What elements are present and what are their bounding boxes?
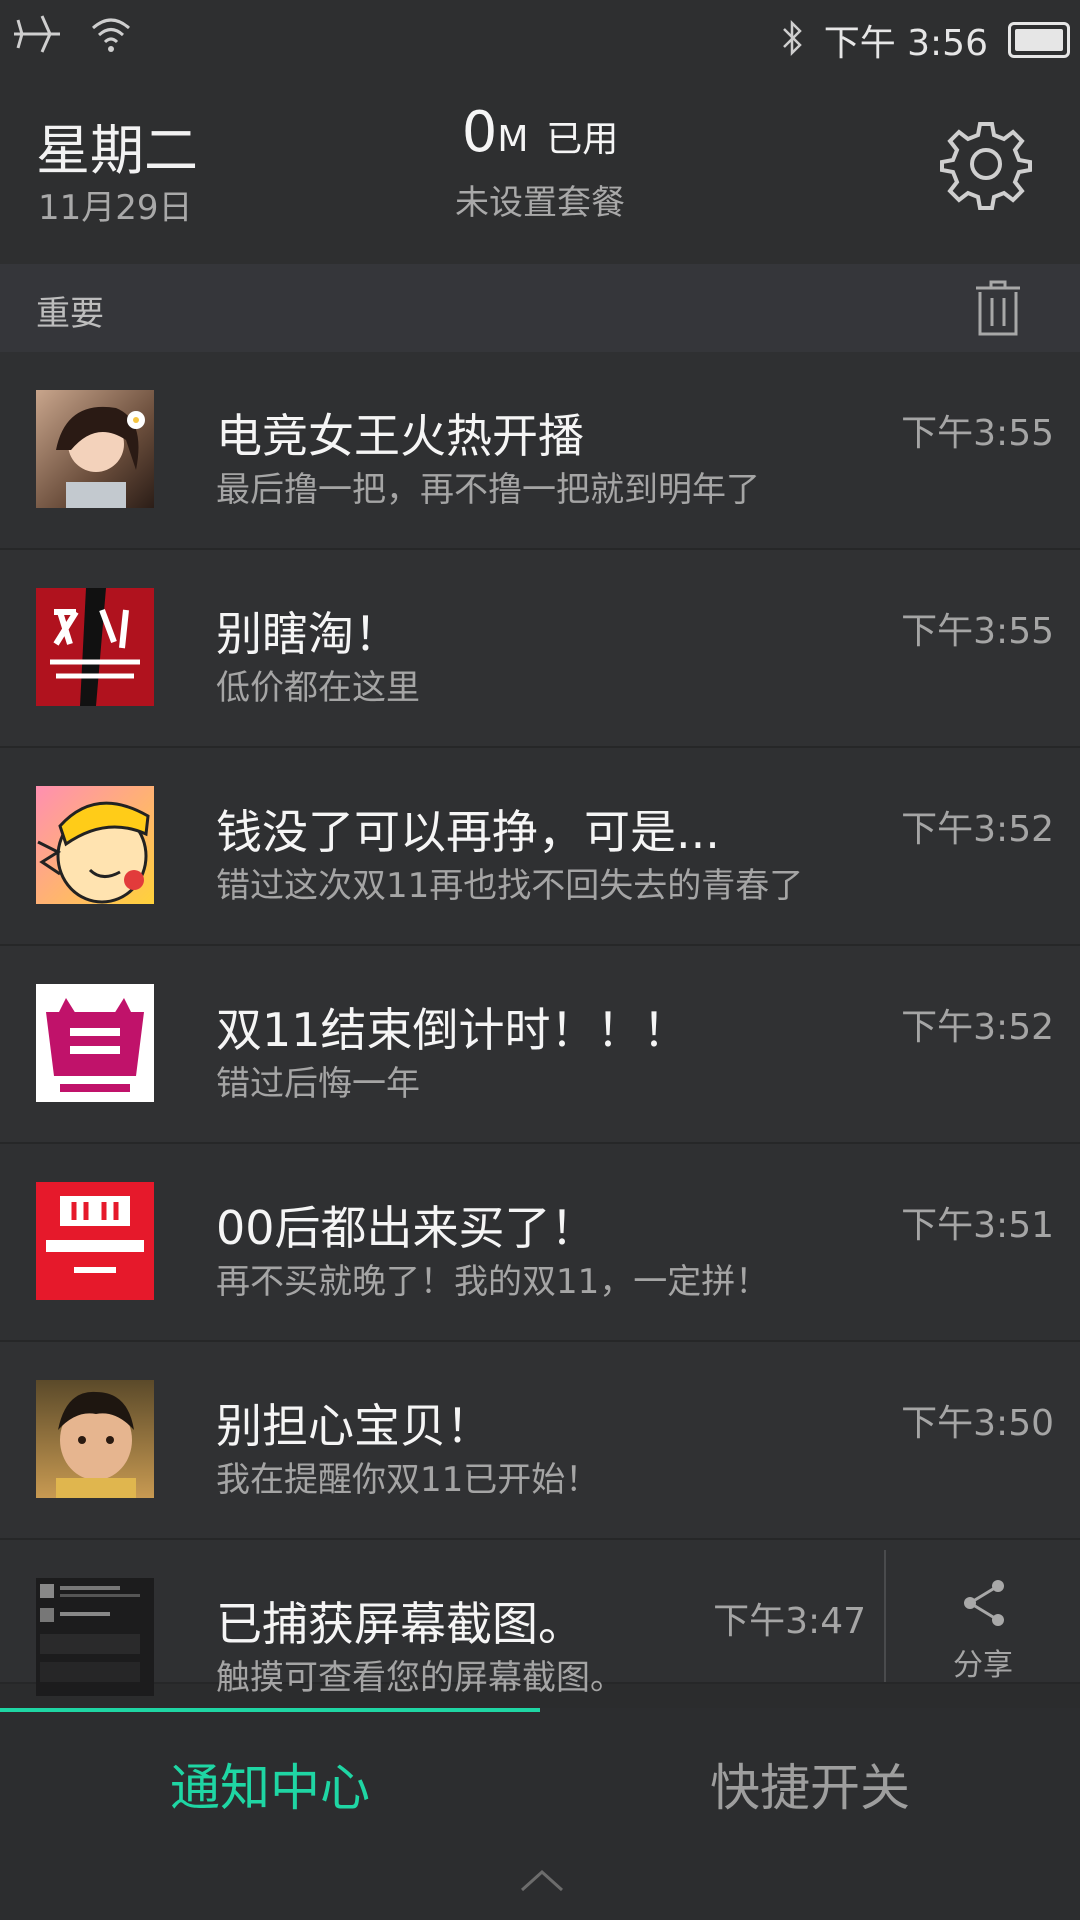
avatar-girl-icon: [36, 390, 154, 508]
notification-body: 触摸可查看您的屏幕截图。: [216, 1658, 624, 1698]
notification-item[interactable]: 00后都出来买了！ 再不买就晚了！我的双11，一定拼！ 下午3:51: [0, 1144, 1080, 1342]
notification-item[interactable]: 别瞎淘！ 低价都在这里 下午3:55: [0, 550, 1080, 748]
data-used-value: 0: [461, 100, 498, 165]
notification-item[interactable]: 双11结束倒计时！！！ 错过后悔一年 下午3:52: [0, 946, 1080, 1144]
notification-body: 再不买就晚了！我的双11，一定拼！: [216, 1262, 770, 1302]
notification-time: 下午3:52: [901, 809, 1054, 850]
notification-item-screenshot[interactable]: 已捕获屏幕截图。 触摸可查看您的屏幕截图。 下午3:47 分享: [0, 1540, 1080, 1698]
cartoon-face-icon: [36, 786, 154, 904]
section-title: 重要: [36, 294, 104, 334]
notification-time: 下午3:52: [901, 1007, 1054, 1048]
notification-body: 我在提醒你双11已开始！: [216, 1460, 600, 1500]
settings-gear-icon[interactable]: [940, 118, 1032, 214]
share-button[interactable]: 分享: [884, 1550, 1080, 1683]
notification-list: 电竞女王火热开播 最后撸一把，再不撸一把就到明年了 下午3:55 别瞎淘！ 低价…: [0, 352, 1080, 1698]
notification-item[interactable]: 钱没了可以再挣，可是... 错过这次双11再也找不回失去的青春了 下午3:52: [0, 748, 1080, 946]
status-left: [12, 12, 132, 60]
tab-notification-center[interactable]: 通知中心: [0, 1748, 540, 1820]
bottom-tabs: 通知中心 快捷开关: [0, 1708, 1080, 1920]
airplane-icon: [12, 12, 62, 60]
data-usage[interactable]: 0M 已用 未设置套餐: [0, 100, 1080, 224]
tab-quick-toggles[interactable]: 快捷开关: [540, 1748, 1080, 1820]
child-photo-icon: [36, 1380, 154, 1498]
share-icon: [960, 1578, 1010, 1632]
notification-time: 下午3:51: [901, 1205, 1054, 1246]
notification-body: 最后撸一把，再不撸一把就到明年了: [216, 470, 760, 510]
important-section-header: 重要: [0, 264, 1080, 352]
data-used: 0M 已用: [0, 100, 1080, 165]
active-tab-indicator: [0, 1708, 540, 1712]
notification-body: 错过后悔一年: [216, 1064, 420, 1104]
chevron-up-icon[interactable]: [520, 1868, 564, 1896]
notification-title: 电竞女王火热开播: [216, 409, 584, 463]
notification-item[interactable]: 电竞女王火热开播 最后撸一把，再不撸一把就到明年了 下午3:55: [0, 352, 1080, 550]
panel-header: 星期二 11月29日 0M 已用 未设置套餐: [0, 78, 1080, 264]
trash-icon[interactable]: [972, 278, 1024, 342]
data-used-unit: M: [497, 119, 529, 160]
status-right: 下午 3:56: [780, 14, 1070, 66]
share-label: 分享: [953, 1648, 1013, 1683]
screenshot-thumbnail-icon: [36, 1578, 154, 1696]
notification-title: 00后都出来买了！: [216, 1201, 597, 1255]
notification-time: 下午3:55: [901, 413, 1054, 454]
notification-time: 下午3:55: [901, 611, 1054, 652]
bluetooth-icon: [780, 17, 804, 63]
wifi-icon: [90, 14, 132, 58]
notification-title: 已捕获屏幕截图。: [216, 1597, 584, 1651]
notification-item[interactable]: 别担心宝贝！ 我在提醒你双11已开始！ 下午3:50: [0, 1342, 1080, 1540]
data-used-label: 已用: [546, 119, 619, 160]
countdown-logo-icon: [36, 984, 154, 1102]
data-plan-label: 未设置套餐: [455, 183, 625, 223]
battery-icon: [1008, 22, 1070, 58]
notification-time: 下午3:50: [901, 1403, 1054, 1444]
notification-title: 钱没了可以再挣，可是...: [216, 805, 720, 859]
notification-title: 别瞎淘！: [216, 607, 400, 661]
status-bar: 下午 3:56: [0, 0, 1080, 78]
notification-body: 低价都在这里: [216, 668, 420, 708]
notification-title: 别担心宝贝！: [216, 1399, 492, 1453]
notification-time: 下午3:47: [713, 1601, 866, 1642]
notification-title: 双11结束倒计时！！！: [216, 1003, 689, 1057]
double11-carnival-logo-icon: [36, 588, 154, 706]
global-festival-2016-icon: [36, 1182, 154, 1300]
status-time: 下午 3:56: [823, 23, 988, 64]
notification-body: 错过这次双11再也找不回失去的青春了: [216, 866, 804, 906]
